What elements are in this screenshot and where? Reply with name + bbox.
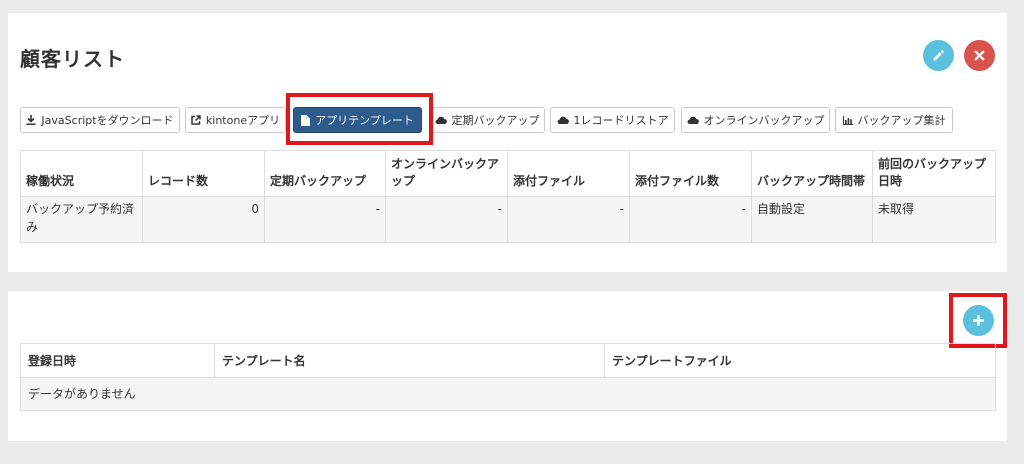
attachment-cell: - <box>507 196 630 243</box>
table-row: バックアップ予約済み 0 - - - - 自動設定 未取得 <box>20 196 996 243</box>
close-button[interactable] <box>964 40 995 71</box>
attachment-header: 添付ファイル <box>507 150 630 197</box>
status-table-header-row: 稼働状況 レコード数 定期バックアップ オンラインバックアップ 添付ファイル 添… <box>20 150 996 197</box>
online-backup-label: オンラインバックアップ <box>703 114 825 127</box>
online-backup-cell: - <box>385 196 508 243</box>
download-javascript-label: JavaScriptをダウンロード <box>41 114 174 127</box>
template-table: 登録日時 テンプレート名 テンプレートファイル データがありません <box>20 343 996 411</box>
cloud-icon <box>435 116 447 124</box>
online-backup-button[interactable]: オンラインバックアップ <box>681 107 830 133</box>
cloud-icon <box>557 116 569 124</box>
backup-time-header: バックアップ時間帯 <box>751 150 873 197</box>
status-table: 稼働状況 レコード数 定期バックアップ オンラインバックアップ 添付ファイル 添… <box>20 150 996 243</box>
highlight-box <box>286 93 433 145</box>
online-backup-header: オンラインバックアップ <box>385 150 508 197</box>
one-record-restore-button[interactable]: 1レコードリストア <box>550 107 675 133</box>
app-summary-panel: 顧客リスト JavaScriptをダウンロード kintoneアプリ アプリテン… <box>8 13 1007 272</box>
template-file-header: テンプレートファイル <box>604 343 996 378</box>
template-name-header: テンプレート名 <box>214 343 605 378</box>
kintone-app-button[interactable]: kintoneアプリ <box>185 107 286 133</box>
template-table-header-row: 登録日時 テンプレート名 テンプレートファイル <box>20 343 996 378</box>
cloud-icon <box>687 116 699 124</box>
attachment-count-cell: - <box>629 196 752 243</box>
scheduled-backup-cell: - <box>264 196 386 243</box>
highlight-box <box>949 293 1007 348</box>
last-backup-header: 前回のバックアップ日時 <box>872 150 996 197</box>
pencil-icon <box>933 50 944 61</box>
table-row: データがありません <box>20 377 996 411</box>
template-panel: 登録日時 テンプレート名 テンプレートファイル データがありません <box>8 291 1007 441</box>
backup-summary-button[interactable]: バックアップ集計 <box>835 107 953 133</box>
download-icon <box>26 115 36 125</box>
scheduled-backup-header: 定期バックアップ <box>264 150 386 197</box>
registered-date-header: 登録日時 <box>20 343 215 378</box>
last-backup-cell: 未取得 <box>872 196 996 243</box>
empty-message: データがありません <box>20 377 996 411</box>
attachment-count-header: 添付ファイル数 <box>629 150 752 197</box>
times-icon <box>974 50 985 61</box>
one-record-restore-label: 1レコードリストア <box>573 114 669 127</box>
record-count-cell: 0 <box>142 196 265 243</box>
edit-button[interactable] <box>923 40 954 71</box>
kintone-app-label: kintoneアプリ <box>205 114 281 127</box>
page-title: 顧客リスト <box>20 47 125 71</box>
download-javascript-button[interactable]: JavaScriptをダウンロード <box>20 107 180 133</box>
external-link-icon <box>191 115 201 125</box>
scheduled-backup-label: 定期バックアップ <box>451 114 540 127</box>
scheduled-backup-button[interactable]: 定期バックアップ <box>429 107 545 133</box>
status-header: 稼働状況 <box>20 150 143 197</box>
backup-summary-label: バックアップ集計 <box>857 114 946 127</box>
status-cell: バックアップ予約済み <box>20 196 143 243</box>
bar-chart-icon <box>842 115 853 125</box>
backup-time-cell: 自動設定 <box>751 196 873 243</box>
record-count-header: レコード数 <box>142 150 265 197</box>
